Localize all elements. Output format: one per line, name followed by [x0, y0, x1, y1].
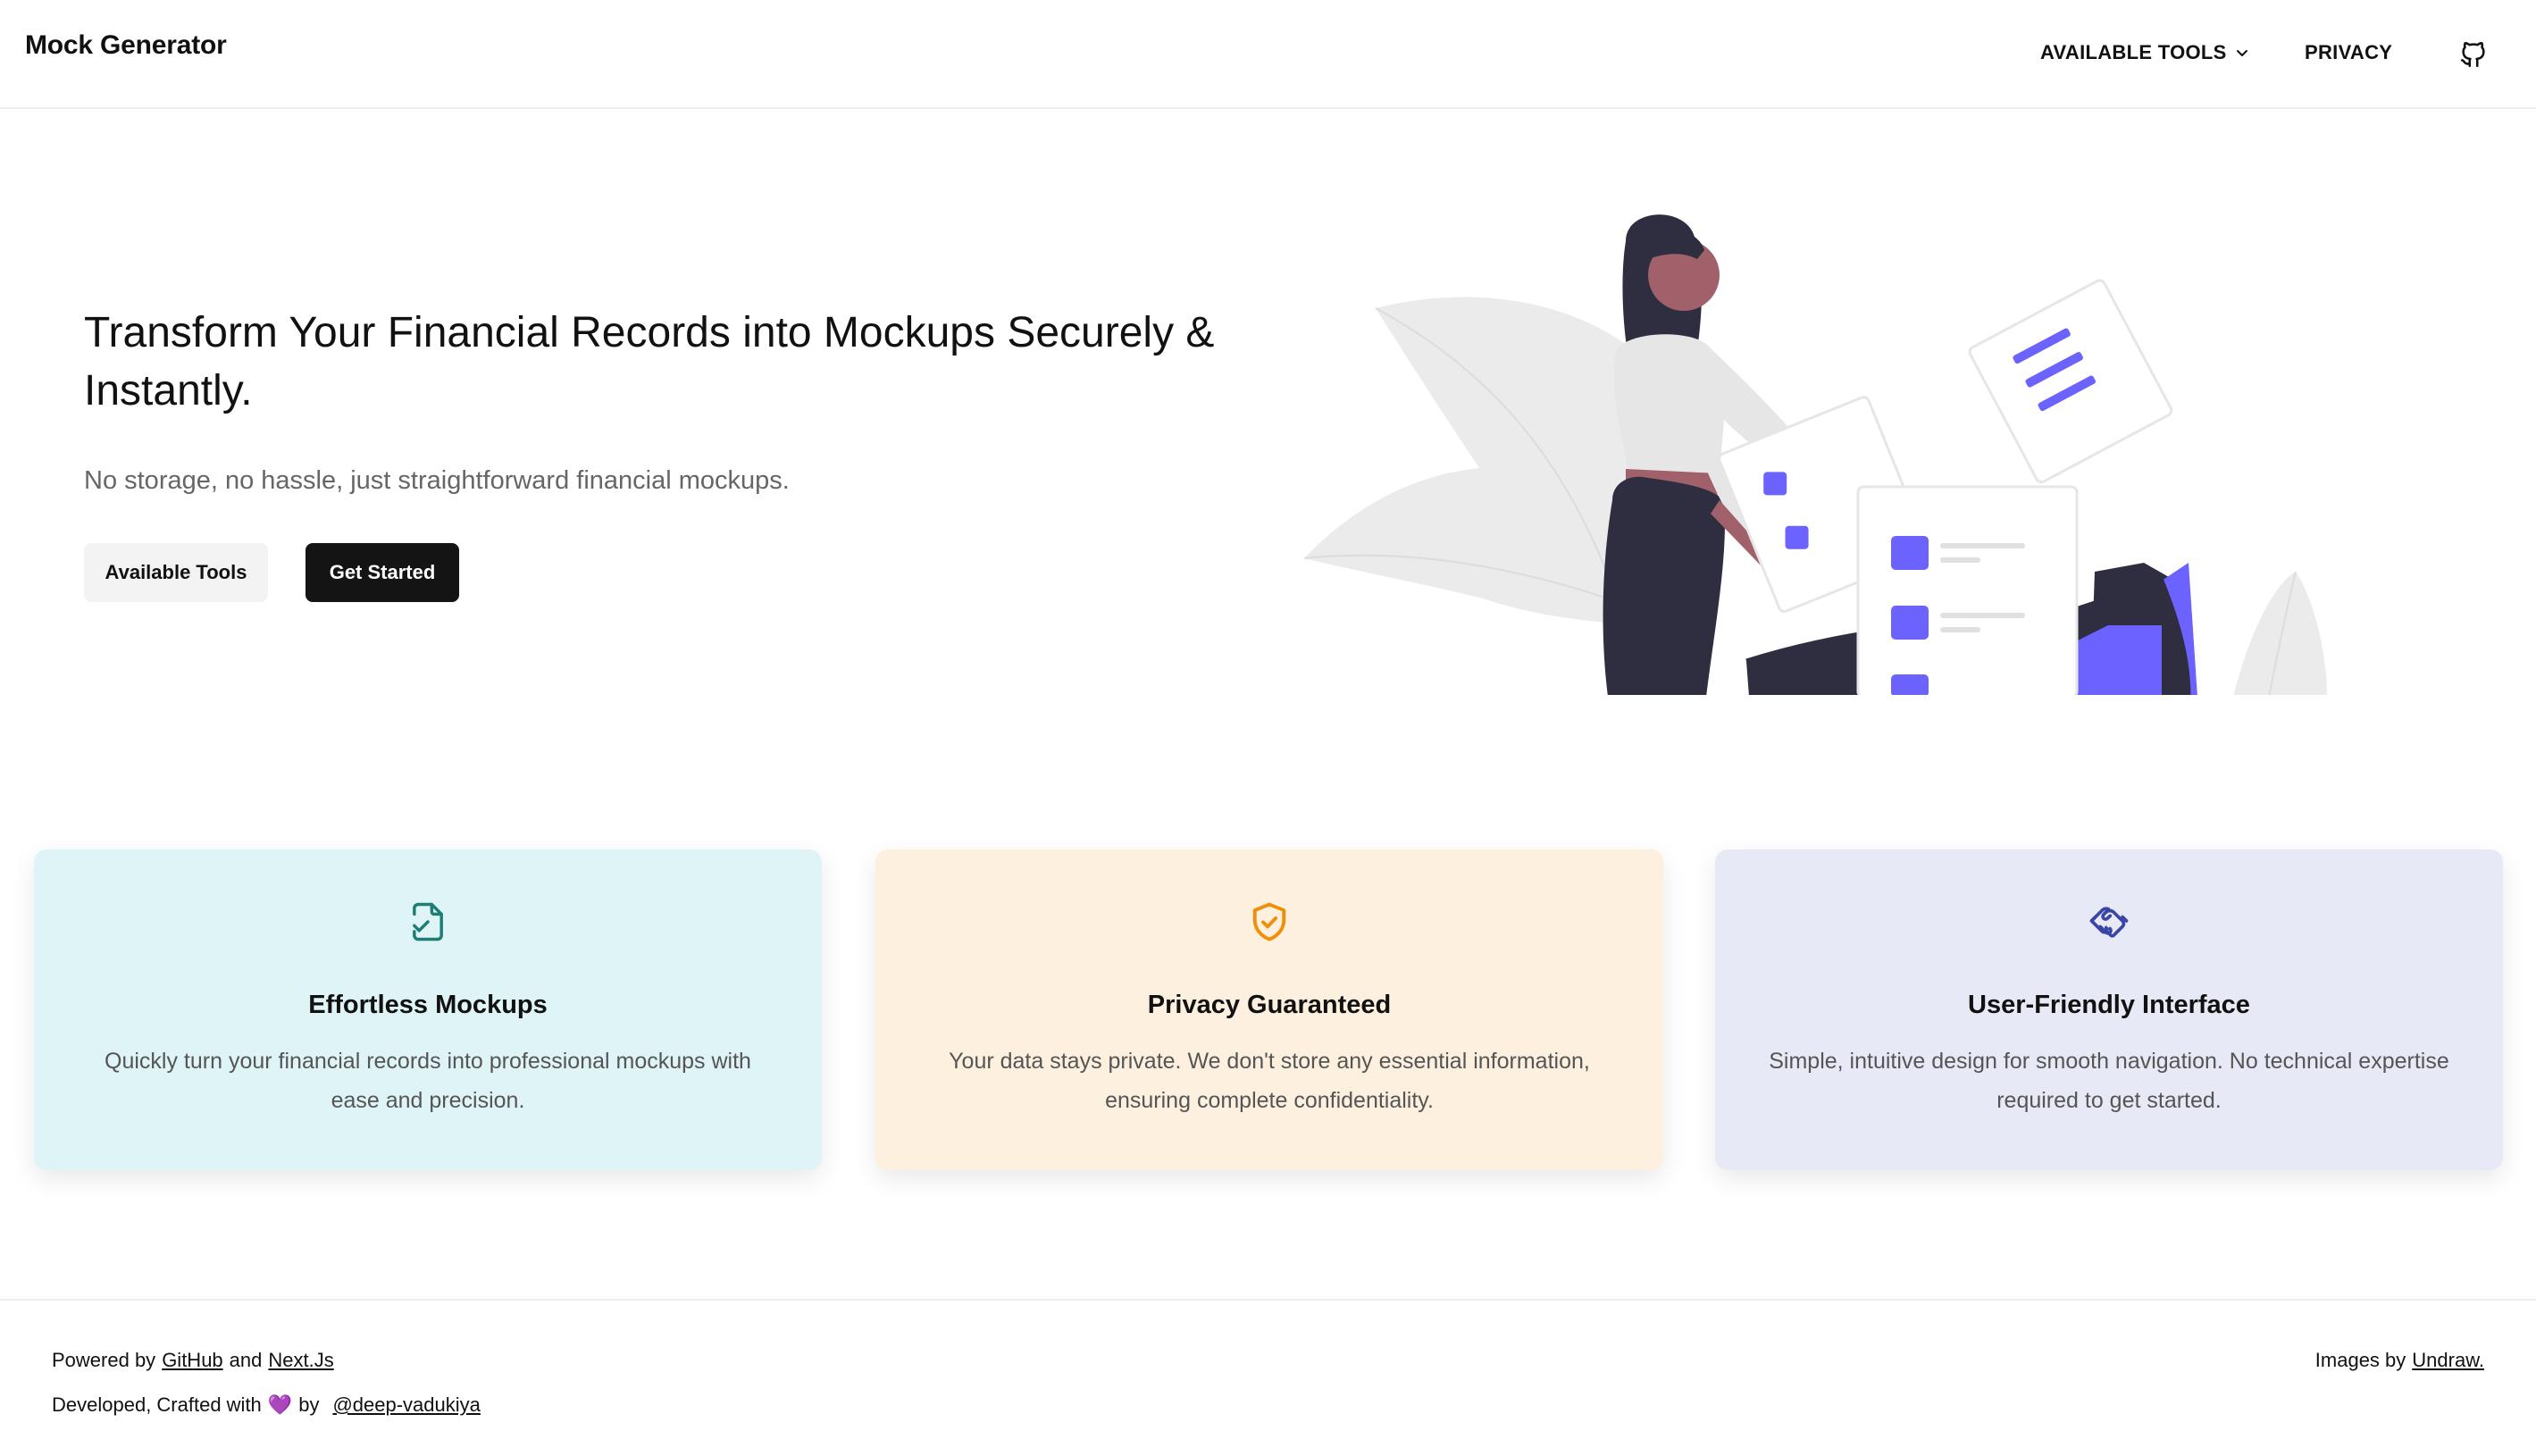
available-tools-button[interactable]: Available Tools [84, 543, 268, 602]
purple-heart-icon: 💜 [267, 1393, 293, 1416]
shield-check-icon [1252, 902, 1286, 941]
footer-credits: Developed, Crafted with 💜 by @deep-vaduk… [52, 1393, 481, 1417]
nav-privacy-link[interactable]: PRIVACY [2305, 41, 2392, 64]
handshake-icon [2089, 907, 2129, 938]
paper-back [1968, 279, 2173, 484]
author-link[interactable]: @deep-vadukiya [332, 1393, 480, 1417]
feature-card-user-friendly-interface: User-Friendly Interface Simple, intuitiv… [1715, 849, 2503, 1170]
feature-card-effortless-mockups: Effortless Mockups Quickly turn your fin… [34, 849, 822, 1170]
github-icon[interactable] [2458, 39, 2489, 70]
feature-title: User-Friendly Interface [1968, 991, 2250, 1019]
hero-illustration [1304, 214, 2340, 697]
hero-title: Transform Your Financial Records into Mo… [84, 309, 1215, 414]
github-link[interactable]: GitHub [162, 1349, 222, 1372]
images-by-text: Images by [2314, 1349, 2406, 1371]
hero-subtitle: No storage, no hassle, just straightforw… [84, 466, 790, 495]
get-started-button[interactable]: Get Started [305, 543, 459, 602]
feature-description: Simple, intuitive design for smooth navi… [1769, 1049, 2449, 1113]
feature-title: Effortless Mockups [308, 991, 548, 1019]
feature-description: Your data stays private. We don't store … [949, 1049, 1590, 1113]
file-check-icon [413, 902, 443, 941]
and-text: and [229, 1349, 263, 1371]
brand-logo[interactable]: Mock Generator [25, 30, 227, 61]
developed-text: Developed, Crafted with [52, 1393, 262, 1416]
paper-front [1856, 485, 2079, 697]
site-footer: Powered by GitHub and Next.Js Developed,… [0, 1299, 2536, 1456]
site-header: Mock Generator AVAILABLE TOOLS PRIVACY [0, 0, 2536, 109]
by-text: by [298, 1393, 320, 1416]
feature-description: Quickly turn your financial records into… [105, 1049, 751, 1113]
feature-title: Privacy Guaranteed [1147, 991, 1392, 1019]
nav-available-tools-label: AVAILABLE TOOLS [2040, 41, 2227, 63]
chevron-down-icon [2236, 50, 2247, 56]
undraw-link[interactable]: Undraw. [2412, 1349, 2484, 1372]
footer-image-credits: Images by Undraw. [2315, 1349, 2484, 1372]
nav-available-tools-dropdown[interactable]: AVAILABLE TOOLS [2040, 41, 2248, 64]
feature-card-privacy-guaranteed: Privacy Guaranteed Your data stays priva… [875, 849, 1663, 1170]
nextjs-link[interactable]: Next.Js [268, 1349, 333, 1372]
footer-powered-by: Powered by GitHub and Next.Js [52, 1349, 334, 1372]
powered-by-text: Powered by [52, 1349, 156, 1371]
